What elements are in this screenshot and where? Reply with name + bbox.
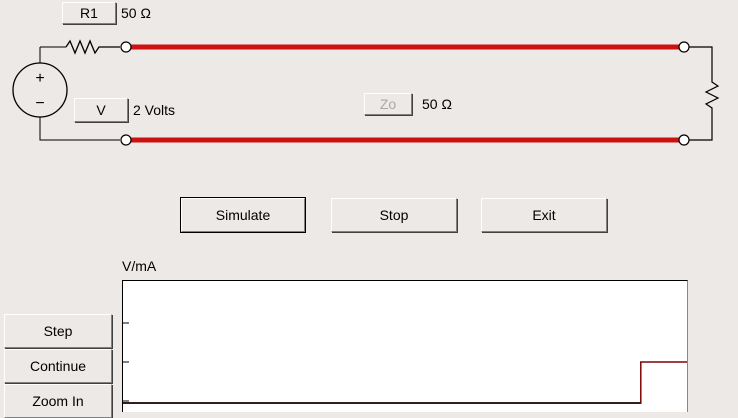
node-bottom-right [678, 134, 690, 146]
v-button[interactable]: V [74, 98, 128, 122]
simulate-button[interactable]: Simulate [180, 197, 306, 233]
source-plus-icon: + [35, 70, 44, 87]
plot-series-0 [123, 361, 687, 404]
plot-svg [123, 322, 687, 404]
resistor-r1 [65, 39, 120, 55]
y-axis-label: V/mA [122, 258, 157, 274]
continue-button[interactable]: Continue [4, 349, 112, 383]
plot-area [122, 280, 688, 412]
zo-button[interactable]: Zo [364, 93, 412, 115]
v-value: 2 Volts [133, 102, 176, 118]
r1-button[interactable]: R1 [62, 2, 116, 24]
node-bottom-left [120, 134, 132, 146]
source-minus-icon: − [35, 95, 44, 112]
node-top-left [120, 41, 132, 53]
stop-button[interactable]: Stop [331, 198, 457, 232]
step-button[interactable]: Step [4, 314, 112, 348]
zoom-in-button[interactable]: Zoom In [4, 384, 112, 418]
exit-button[interactable]: Exit [481, 198, 607, 232]
load-wire [689, 46, 720, 141]
r1-value: 50 Ω [121, 5, 151, 21]
zo-value: 50 Ω [422, 96, 452, 112]
node-top-right [678, 41, 690, 53]
